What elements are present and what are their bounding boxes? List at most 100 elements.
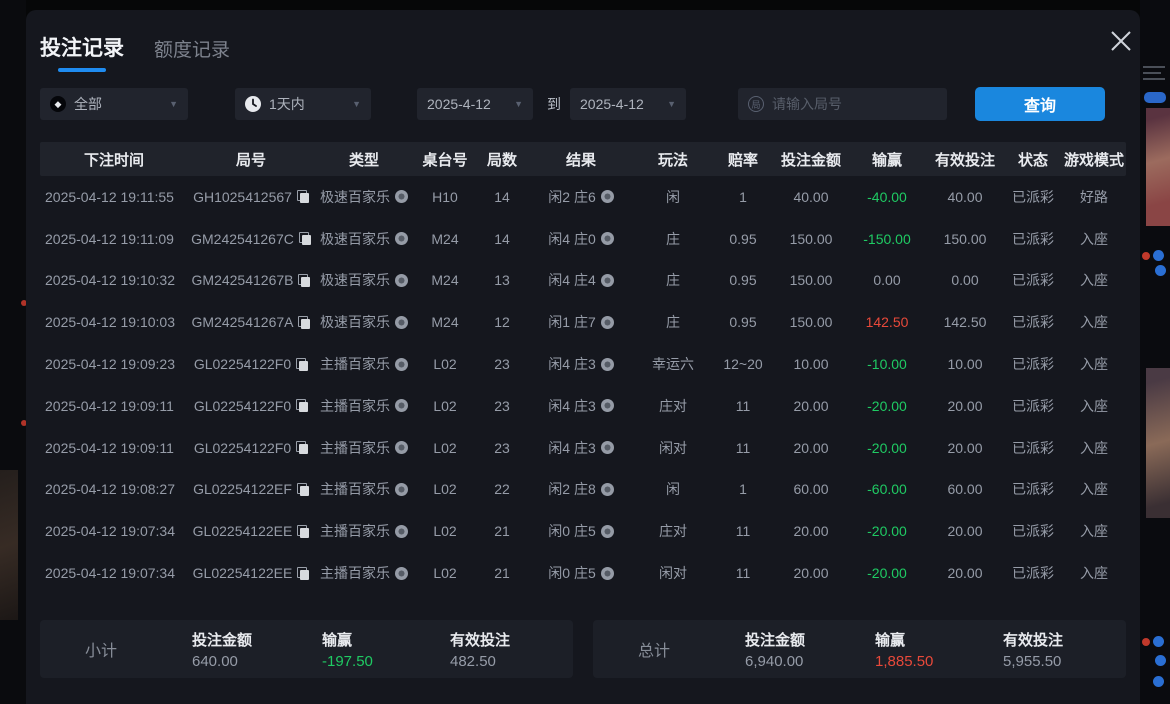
result-detail-icon[interactable] [601, 316, 614, 329]
cell-game-type: 主播百家乐 [314, 438, 414, 458]
date-from-picker[interactable]: 2025-4-12 ▼ [417, 88, 533, 120]
result-text: 闲4 庄0 [548, 229, 595, 249]
cell-bet-time: 2025-04-12 19:09:11 [40, 440, 188, 456]
table-row[interactable]: 2025-04-12 19:11:55 GH1025412567 极速百家乐 H… [40, 176, 1126, 218]
winloss-title: 输赢 [875, 629, 983, 650]
cell-game-mode: 入座 [1062, 270, 1126, 290]
copy-icon[interactable] [296, 399, 308, 412]
round-id-icon: 局 [748, 96, 764, 112]
cell-win-loss: -20.00 [848, 523, 926, 539]
cell-table-no: M24 [414, 314, 476, 330]
cell-round-no: 22 [476, 481, 528, 497]
cell-game-mode: 入座 [1062, 521, 1126, 541]
copy-icon[interactable] [298, 316, 310, 329]
result-detail-icon[interactable] [601, 441, 614, 454]
column-header-2: 类型 [314, 149, 414, 170]
round-id-input[interactable] [772, 96, 937, 112]
cell-bet-amount: 20.00 [774, 398, 848, 414]
cell-table-no: L02 [414, 481, 476, 497]
copy-icon[interactable] [297, 525, 309, 538]
cell-bet-amount: 150.00 [774, 272, 848, 288]
cell-result: 闲0 庄5 [528, 563, 634, 583]
bet-amount-title: 投注金额 [745, 629, 855, 650]
cell-game-type: 极速百家乐 [314, 229, 414, 249]
cell-win-loss: -10.00 [848, 356, 926, 372]
column-header-12: 游戏模式 [1062, 149, 1126, 170]
result-detail-icon[interactable] [601, 567, 614, 580]
close-button[interactable] [1106, 26, 1136, 56]
table-row[interactable]: 2025-04-12 19:09:11 GL02254122F0 主播百家乐 L… [40, 385, 1126, 427]
cell-result: 闲1 庄7 [528, 312, 634, 332]
game-type-text: 主播百家乐 [320, 354, 390, 374]
column-header-1: 局号 [188, 149, 314, 170]
cell-bet-amount: 40.00 [774, 189, 848, 205]
cell-status: 已派彩 [1004, 521, 1062, 541]
result-detail-icon[interactable] [601, 483, 614, 496]
table-row[interactable]: 2025-04-12 19:09:11 GL02254122F0 主播百家乐 L… [40, 427, 1126, 469]
time-range-dropdown[interactable]: 1天内 ▼ [235, 88, 371, 120]
table-row[interactable]: 2025-04-12 19:11:09 GM242541267C 极速百家乐 M… [40, 218, 1126, 260]
date-to-picker[interactable]: 2025-4-12 ▼ [570, 88, 686, 120]
cell-round-no: 23 [476, 356, 528, 372]
game-type-badge-icon [395, 525, 408, 538]
game-type-badge-icon [395, 190, 408, 203]
cell-result: 闲4 庄3 [528, 354, 634, 374]
result-detail-icon[interactable] [601, 525, 614, 538]
copy-icon[interactable] [297, 567, 309, 580]
clock-icon [245, 96, 261, 112]
table-row[interactable]: 2025-04-12 19:07:34 GL02254122EE 主播百家乐 L… [40, 510, 1126, 552]
cell-round-no: 21 [476, 523, 528, 539]
game-type-text: 极速百家乐 [320, 229, 390, 249]
table-row[interactable]: 2025-04-12 19:07:34 GL02254122EE 主播百家乐 L… [40, 552, 1126, 594]
table-row[interactable]: 2025-04-12 19:08:27 GL02254122EF 主播百家乐 L… [40, 469, 1126, 511]
cell-odds: 11 [712, 565, 774, 581]
game-type-value: 全部 [74, 94, 102, 114]
result-detail-icon[interactable] [601, 274, 614, 287]
result-detail-icon[interactable] [601, 190, 614, 203]
valid-bet-title: 有效投注 [1003, 629, 1113, 650]
copy-icon[interactable] [297, 190, 309, 203]
cell-valid-bet: 60.00 [926, 481, 1004, 497]
cell-result: 闲2 庄6 [528, 187, 634, 207]
tab-label: 额度记录 [154, 40, 230, 61]
table-row[interactable]: 2025-04-12 19:10:32 GM242541267B 极速百家乐 M… [40, 260, 1126, 302]
copy-icon[interactable] [297, 483, 309, 496]
result-detail-icon[interactable] [601, 232, 614, 245]
cell-status: 已派彩 [1004, 563, 1062, 583]
copy-icon[interactable] [298, 274, 310, 287]
copy-icon[interactable] [296, 358, 308, 371]
table-row[interactable]: 2025-04-12 19:10:03 GM242541267A 极速百家乐 M… [40, 301, 1126, 343]
cell-odds: 12~20 [712, 356, 774, 372]
cell-status: 已派彩 [1004, 229, 1062, 249]
cell-valid-bet: 40.00 [926, 189, 1004, 205]
total-winloss-value: 1,885.50 [875, 653, 983, 670]
cell-win-loss: -40.00 [848, 189, 926, 205]
copy-icon[interactable] [299, 232, 311, 245]
table-row[interactable]: 2025-04-12 19:09:23 GL02254122F0 主播百家乐 L… [40, 343, 1126, 385]
game-type-badge-icon [395, 441, 408, 454]
cell-game-type: 主播百家乐 [314, 479, 414, 499]
result-text: 闲0 庄5 [548, 521, 595, 541]
cell-game-type: 极速百家乐 [314, 270, 414, 290]
total-bet-group: 投注金额 6,940.00 [745, 629, 855, 670]
cell-play-type: 闲对 [634, 563, 712, 583]
result-detail-icon[interactable] [601, 399, 614, 412]
cell-odds: 11 [712, 398, 774, 414]
column-header-9: 输赢 [848, 149, 926, 170]
cell-bet-amount: 20.00 [774, 440, 848, 456]
query-button[interactable]: 查询 [975, 87, 1105, 121]
game-type-dropdown[interactable]: ◆ 全部 ▼ [40, 88, 188, 120]
cell-valid-bet: 10.00 [926, 356, 1004, 372]
round-id-search-field[interactable]: 局 [738, 88, 947, 120]
tab-betting-records[interactable]: 投注记录 [40, 32, 124, 72]
game-type-text: 主播百家乐 [320, 521, 390, 541]
column-header-7: 赔率 [712, 149, 774, 170]
tab-quota-records[interactable]: 额度记录 [154, 35, 230, 72]
game-type-text: 主播百家乐 [320, 479, 390, 499]
game-type-badge-icon [395, 274, 408, 287]
result-detail-icon[interactable] [601, 358, 614, 371]
cell-bet-amount: 20.00 [774, 565, 848, 581]
cell-game-type: 主播百家乐 [314, 563, 414, 583]
copy-icon[interactable] [296, 441, 308, 454]
result-text: 闲2 庄6 [548, 187, 595, 207]
